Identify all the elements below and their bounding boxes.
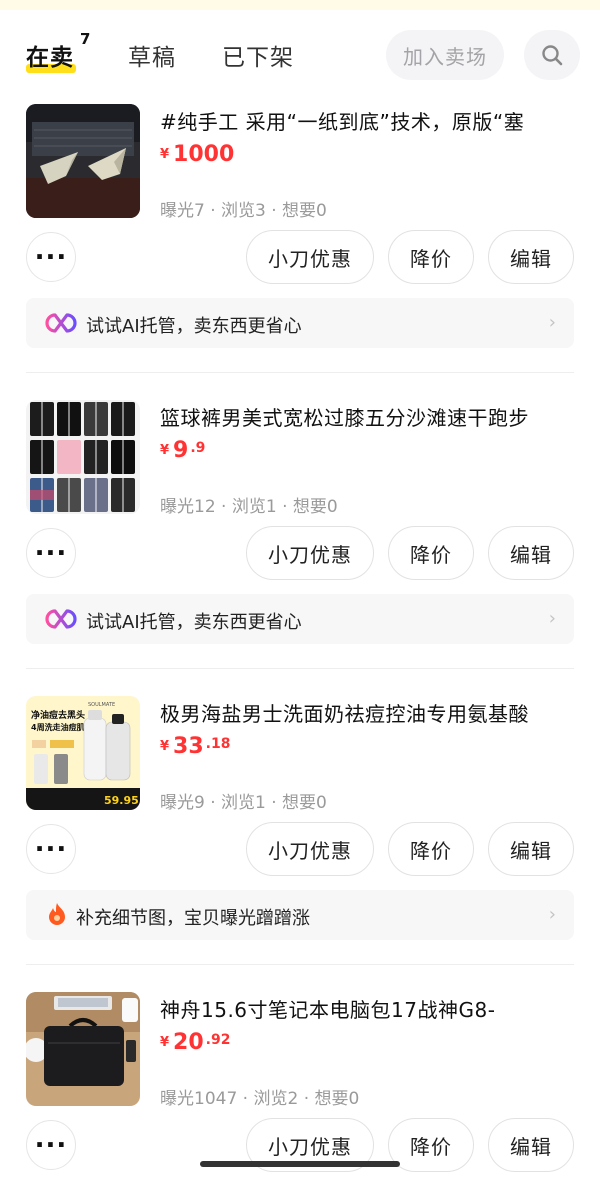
currency-symbol: ¥ bbox=[160, 147, 170, 162]
item-price: ¥33.18 bbox=[160, 734, 230, 759]
tip-text: 补充细节图，宝贝曝光蹭蹭涨 bbox=[76, 908, 310, 929]
chevron-right-icon: › bbox=[548, 312, 556, 333]
edit-button[interactable]: 编辑 bbox=[488, 230, 574, 284]
ai-hosting-tip[interactable]: 试试AI托管，卖东西更省心 › bbox=[26, 594, 574, 644]
more-button[interactable]: ... bbox=[26, 528, 76, 578]
thumb-subline: 4周洗走油痘肌 bbox=[31, 722, 85, 732]
thumb-brand: SOULMATE bbox=[88, 702, 115, 708]
search-button[interactable] bbox=[524, 30, 580, 80]
thumb-headline: 净油痘去黑头 bbox=[31, 709, 85, 721]
more-dots-icon: ... bbox=[34, 1124, 68, 1154]
item-stats: 曝光9 · 浏览1 · 想要0 bbox=[160, 793, 327, 813]
item-title[interactable]: 篮球裤男美式宽松过膝五分沙滩速干跑步 bbox=[160, 402, 580, 431]
item-divider bbox=[26, 668, 574, 669]
item-thumbnail[interactable] bbox=[26, 992, 140, 1106]
ai-hosting-tip[interactable]: 试试AI托管，卖东西更省心 › bbox=[26, 298, 574, 348]
tip-text: 试试AI托管，卖东西更省心 bbox=[86, 612, 302, 633]
item-price: ¥1000 bbox=[160, 142, 236, 167]
currency-symbol: ¥ bbox=[160, 1035, 170, 1050]
more-dots-icon: ... bbox=[34, 236, 68, 266]
top-strip bbox=[0, 0, 600, 10]
item-stats: 曝光1047 · 浏览2 · 想要0 bbox=[160, 1089, 360, 1109]
currency-symbol: ¥ bbox=[160, 739, 170, 754]
item-divider bbox=[26, 372, 574, 373]
item-stats: 曝光12 · 浏览1 · 想要0 bbox=[160, 497, 338, 517]
detail-photo-tip[interactable]: 补充细节图，宝贝曝光蹭蹭涨 › bbox=[26, 890, 574, 940]
small-discount-button[interactable]: 小刀优惠 bbox=[246, 230, 374, 284]
shorts-grid-photo bbox=[26, 400, 140, 514]
header-bar: 在卖 7 草稿 已下架 加入卖场 bbox=[0, 22, 600, 86]
thumb-price: 59.95 bbox=[104, 794, 139, 807]
price-integer: 9 bbox=[173, 438, 189, 463]
reduce-price-button[interactable]: 降价 bbox=[388, 1118, 474, 1172]
ai-loop-icon bbox=[45, 609, 77, 629]
paper-plane-photo bbox=[26, 104, 140, 218]
tab-on-sale[interactable]: 在卖 7 bbox=[26, 30, 90, 73]
laptop-bag-photo bbox=[26, 992, 140, 1106]
item-title[interactable]: #纯手工 采用“一纸到底”技术，原版“塞 bbox=[160, 106, 580, 135]
price-decimal: .18 bbox=[205, 736, 231, 752]
tab-drafts[interactable]: 草稿 bbox=[128, 38, 176, 72]
search-icon bbox=[542, 45, 563, 66]
small-discount-button[interactable]: 小刀优惠 bbox=[246, 822, 374, 876]
edit-button[interactable]: 编辑 bbox=[488, 822, 574, 876]
price-decimal: .9 bbox=[190, 440, 206, 456]
tab-on-sale-count: 7 bbox=[80, 30, 92, 48]
small-discount-button[interactable]: 小刀优惠 bbox=[246, 526, 374, 580]
reduce-price-button[interactable]: 降价 bbox=[388, 230, 474, 284]
more-button[interactable]: ... bbox=[26, 824, 76, 874]
home-indicator[interactable] bbox=[200, 1161, 400, 1167]
chevron-right-icon: › bbox=[548, 608, 556, 629]
chevron-right-icon: › bbox=[548, 904, 556, 925]
tip-text: 试试AI托管，卖东西更省心 bbox=[86, 316, 302, 337]
price-decimal: .92 bbox=[205, 1032, 231, 1048]
face-wash-product-photo: 净油痘去黑头 4周洗走油痘肌 SOULMATE 59.95 bbox=[26, 696, 140, 810]
edit-button[interactable]: 编辑 bbox=[488, 1118, 574, 1172]
join-market-button[interactable]: 加入卖场 bbox=[386, 30, 504, 80]
item-thumbnail[interactable]: 净油痘去黑头 4周洗走油痘肌 SOULMATE 59.95 bbox=[26, 696, 140, 810]
currency-symbol: ¥ bbox=[160, 443, 170, 458]
item-title[interactable]: 神舟15.6寸笔记本电脑包17战神G8- bbox=[160, 994, 580, 1023]
tab-delisted[interactable]: 已下架 bbox=[222, 38, 294, 72]
price-integer: 1000 bbox=[173, 142, 235, 167]
more-button[interactable]: ... bbox=[26, 232, 76, 282]
item-title[interactable]: 极男海盐男士洗面奶祛痘控油专用氨基酸 bbox=[160, 698, 580, 727]
item-price: ¥9.9 bbox=[160, 438, 205, 463]
more-dots-icon: ... bbox=[34, 828, 68, 858]
item-divider bbox=[26, 964, 574, 965]
reduce-price-button[interactable]: 降价 bbox=[388, 526, 474, 580]
item-price: ¥20.92 bbox=[160, 1030, 230, 1055]
edit-button[interactable]: 编辑 bbox=[488, 526, 574, 580]
more-dots-icon: ... bbox=[34, 532, 68, 562]
tab-on-sale-label: 在卖 bbox=[26, 45, 74, 71]
item-thumbnail[interactable] bbox=[26, 104, 140, 218]
price-integer: 20 bbox=[173, 1030, 204, 1055]
item-thumbnail[interactable] bbox=[26, 400, 140, 514]
item-stats: 曝光7 · 浏览3 · 想要0 bbox=[160, 201, 327, 221]
reduce-price-button[interactable]: 降价 bbox=[388, 822, 474, 876]
ai-loop-icon bbox=[45, 313, 77, 333]
fire-icon bbox=[49, 903, 65, 925]
more-button[interactable]: ... bbox=[26, 1120, 76, 1170]
price-integer: 33 bbox=[173, 734, 204, 759]
